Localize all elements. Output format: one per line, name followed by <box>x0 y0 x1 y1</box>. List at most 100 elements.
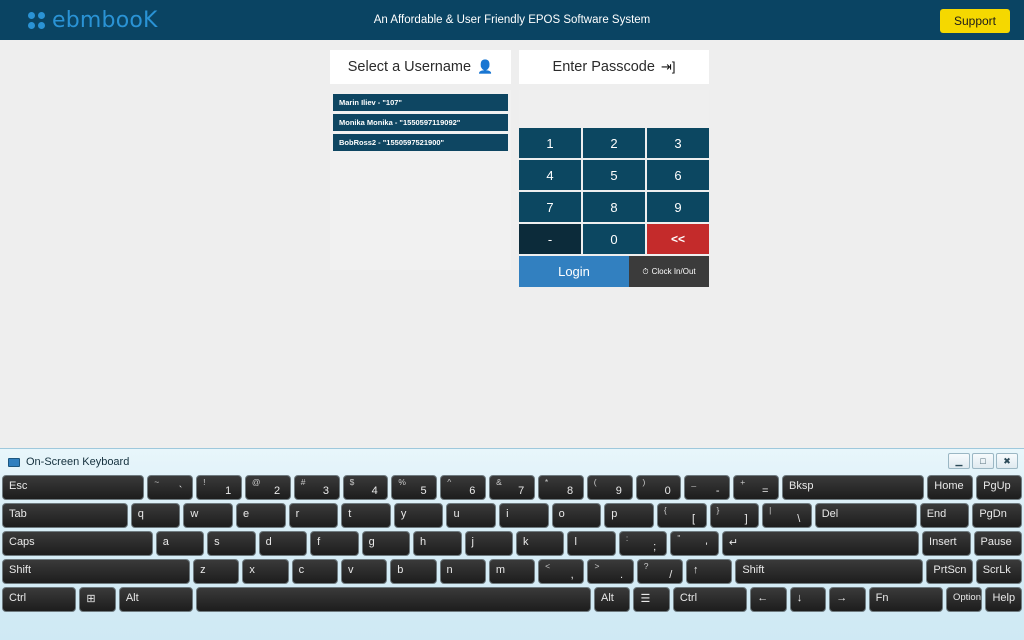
keypad-backspace[interactable]: << <box>647 224 709 254</box>
keypad-key-8[interactable]: 8 <box>583 192 645 222</box>
maximize-icon[interactable]: □ <box>972 453 994 469</box>
key-alt[interactable]: Alt <box>118 587 194 612</box>
key-l[interactable]: l <box>567 531 616 556</box>
username-list-item[interactable]: Monika Monika - "1550597119092" <box>333 114 508 131</box>
key-n[interactable]: n <box>439 559 486 584</box>
key-pgup[interactable]: PgUp <box>976 475 1022 500</box>
key-insert[interactable]: Insert <box>922 531 971 556</box>
key-3[interactable]: #3 <box>293 475 340 500</box>
key-sym[interactable]: ⊞ <box>79 587 116 612</box>
key-5[interactable]: % 5 <box>391 475 438 500</box>
key-sym[interactable]: }] <box>709 503 760 528</box>
key-end[interactable]: End <box>919 503 970 528</box>
key-s[interactable]: s <box>207 531 256 556</box>
minimize-icon[interactable]: ▁ <box>948 453 970 469</box>
key-m[interactable]: m <box>488 559 536 584</box>
key-alt[interactable]: Alt <box>594 587 631 612</box>
osk-titlebar[interactable]: On-Screen Keyboard <box>0 449 1024 475</box>
key-del[interactable]: Del <box>814 503 917 528</box>
keypad-key-2[interactable]: 2 <box>583 128 645 158</box>
keypad-key-9[interactable]: 9 <box>647 192 709 222</box>
key-esc[interactable]: Esc <box>2 475 145 500</box>
key-0[interactable]: ) 0 <box>635 475 682 500</box>
clock-in-out-button[interactable]: ⏱ Clock In/Out <box>629 256 709 287</box>
key-i[interactable]: i <box>499 503 549 528</box>
keypad-key-4[interactable]: 4 <box>519 160 581 190</box>
key-sym[interactable]: <, <box>538 559 585 584</box>
key-fn[interactable]: Fn <box>868 587 943 612</box>
key-pgdn[interactable]: PgDn <box>972 503 1022 528</box>
key-4[interactable]: $4 <box>342 475 389 500</box>
username-list-item[interactable]: Marin Iliev - "107" <box>333 94 508 111</box>
support-button[interactable]: Support <box>939 9 1010 33</box>
key-w[interactable]: w <box>183 503 234 528</box>
key-j[interactable]: j <box>464 531 513 556</box>
key-r[interactable]: r <box>288 503 339 528</box>
key-8[interactable]: * 8 <box>537 475 584 500</box>
key-t[interactable]: t <box>341 503 391 528</box>
keypad-key-7[interactable]: 7 <box>519 192 581 222</box>
key-sym[interactable]: ☰ <box>633 587 670 612</box>
key-sym[interactable]: :; <box>618 531 668 556</box>
key-caps[interactable]: Caps <box>2 531 153 556</box>
key-sym[interactable]: {[ <box>656 503 707 528</box>
key-u[interactable]: u <box>446 503 497 528</box>
key-1[interactable]: ! 1 <box>196 475 242 500</box>
key-x[interactable]: x <box>242 559 289 584</box>
key-sym[interactable]: _ - <box>684 475 731 500</box>
key-pause[interactable]: Pause <box>973 531 1022 556</box>
key-options[interactable]: Options <box>946 587 983 612</box>
key-c[interactable]: c <box>291 559 338 584</box>
key-sym[interactable]: + = <box>733 475 780 500</box>
key-f[interactable]: f <box>310 531 359 556</box>
key-e[interactable]: e <box>236 503 286 528</box>
key-y[interactable]: y <box>393 503 444 528</box>
close-icon[interactable]: ✖ <box>996 453 1018 469</box>
key-scrlk[interactable]: ScrLk <box>975 559 1022 584</box>
key-o[interactable]: o <box>551 503 602 528</box>
key-sym[interactable]: " ' <box>670 531 719 556</box>
key-sym[interactable]: ↑ <box>686 559 733 584</box>
key-sym[interactable]: → <box>829 587 866 612</box>
key-k[interactable]: k <box>515 531 565 556</box>
key-shift[interactable]: Shift <box>735 559 924 584</box>
key-a[interactable]: a <box>155 531 205 556</box>
key-sym[interactable]: >. <box>587 559 634 584</box>
key-b[interactable]: b <box>390 559 437 584</box>
key-sym[interactable]: ↓ <box>789 587 827 612</box>
keypad-key-3[interactable]: 3 <box>647 128 709 158</box>
username-list-item[interactable]: BobRoss2 - "1550597521900" <box>333 134 508 151</box>
key-home[interactable]: Home <box>927 475 974 500</box>
key-v[interactable]: v <box>340 559 388 584</box>
key-9[interactable]: (9 <box>586 475 633 500</box>
key-space[interactable] <box>196 587 592 612</box>
key-ctrl[interactable]: Ctrl <box>672 587 748 612</box>
key-shift[interactable]: Shift <box>2 559 191 584</box>
passcode-input[interactable] <box>519 90 709 128</box>
login-button[interactable]: Login <box>519 256 629 287</box>
keypad-key-5[interactable]: 5 <box>583 160 645 190</box>
key-p[interactable]: p <box>604 503 654 528</box>
key-sym[interactable]: | \ <box>762 503 812 528</box>
key-ctrl[interactable]: Ctrl <box>2 587 77 612</box>
key-6[interactable]: ^ 6 <box>440 475 487 500</box>
key-sym[interactable]: ↵ <box>721 531 920 556</box>
key-h[interactable]: h <box>413 531 462 556</box>
key-sym[interactable]: ~ ` <box>147 475 194 500</box>
key-d[interactable]: d <box>258 531 308 556</box>
key-prtscn[interactable]: PrtScn <box>926 559 973 584</box>
key-2[interactable]: @2 <box>244 475 291 500</box>
key-z[interactable]: z <box>193 559 240 584</box>
key-help[interactable]: Help <box>985 587 1022 612</box>
keypad-key-0[interactable]: 0 <box>583 224 645 254</box>
key-sym[interactable]: ← <box>750 587 787 612</box>
key-q[interactable]: q <box>130 503 181 528</box>
keypad-key-6[interactable]: 6 <box>647 160 709 190</box>
keypad-key-1[interactable]: 1 <box>519 128 581 158</box>
keypad-key--[interactable]: - <box>519 224 581 254</box>
key-g[interactable]: g <box>361 531 411 556</box>
key-sym[interactable]: ? / <box>636 559 684 584</box>
key-7[interactable]: & 7 <box>489 475 535 500</box>
username-list[interactable]: Marin Iliev - "107" Monika Monika - "1550… <box>330 90 511 270</box>
key-bksp[interactable]: Bksp <box>782 475 925 500</box>
